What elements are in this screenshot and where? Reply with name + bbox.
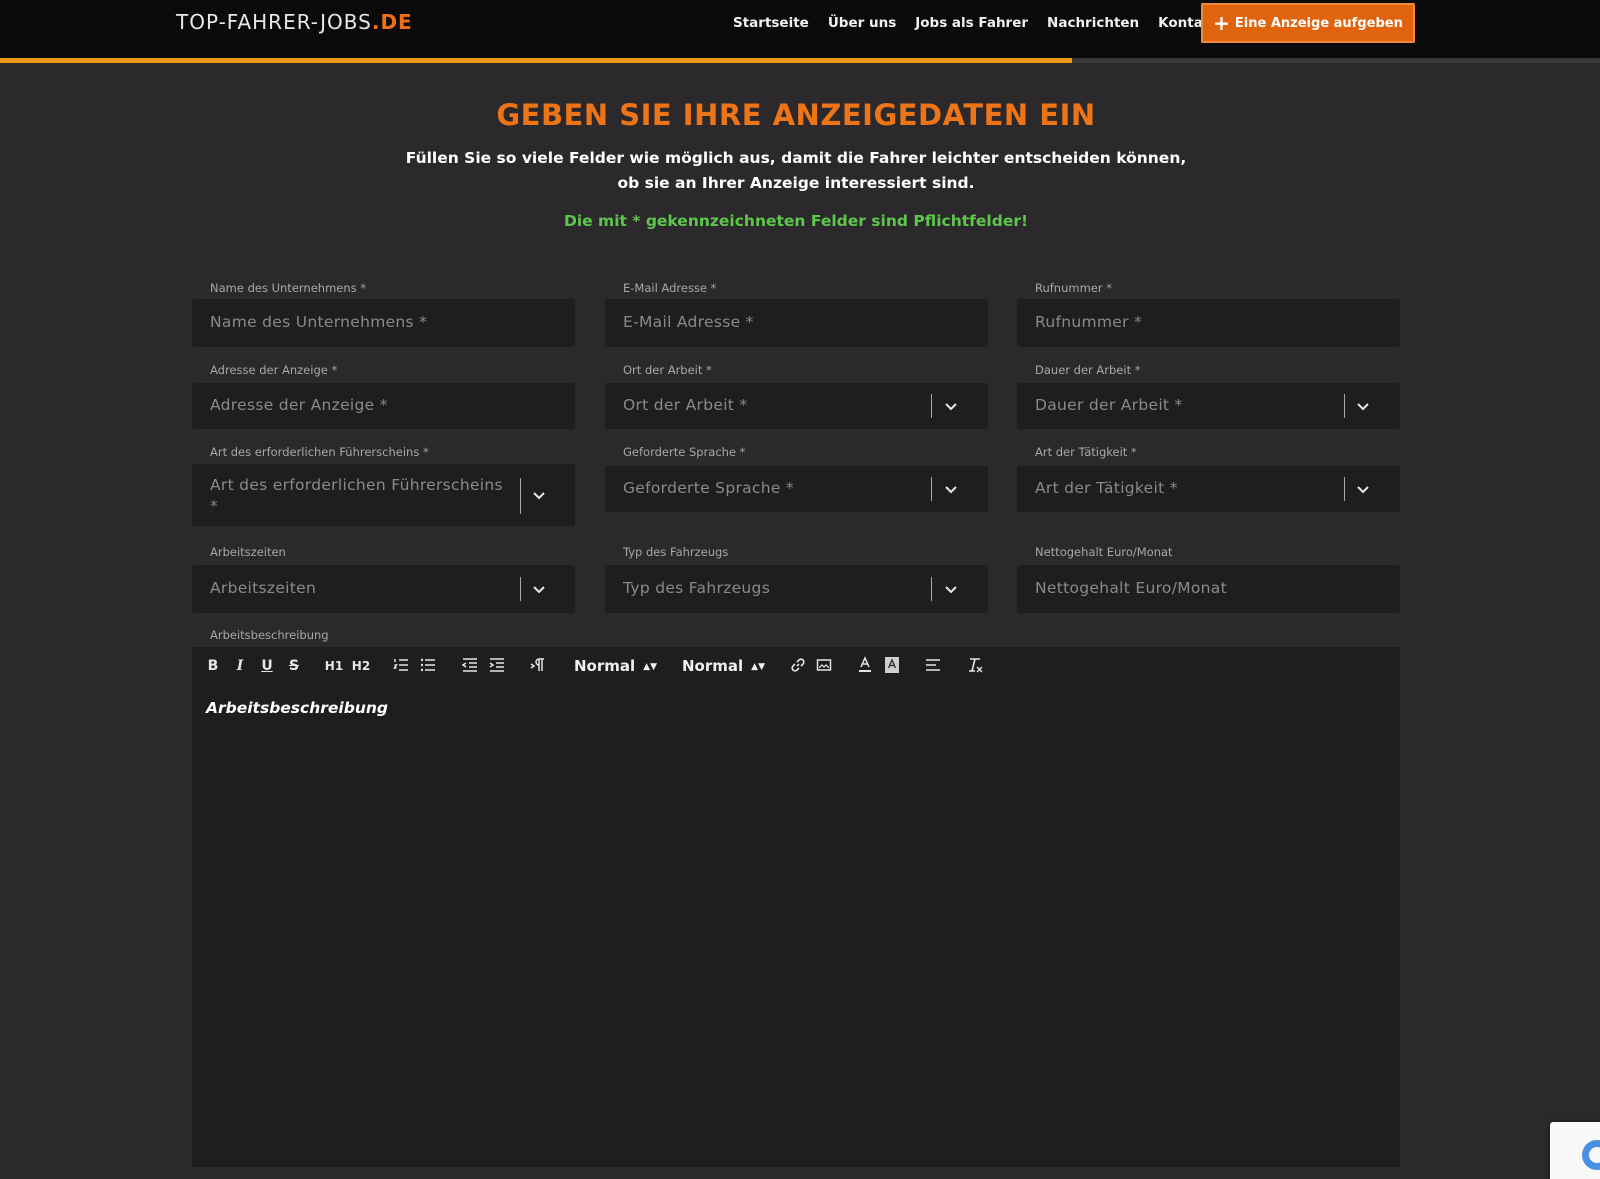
- editor-label: Arbeitsbeschreibung: [210, 628, 329, 642]
- select-placeholder: Ort der Arbeit *: [623, 396, 748, 414]
- work-location-select[interactable]: Ort der Arbeit *: [605, 383, 988, 429]
- link-icon[interactable]: [790, 657, 806, 673]
- input-placeholder: Nettogehalt Euro/Monat: [1035, 579, 1227, 597]
- input-placeholder: Rufnummer *: [1035, 313, 1143, 331]
- font-select-value: Normal: [574, 657, 636, 675]
- post-ad-label: Eine Anzeige aufgeben: [1234, 15, 1403, 31]
- chevron-down-icon: [945, 586, 957, 594]
- text-color-icon[interactable]: [857, 656, 873, 674]
- field-label: Arbeitszeiten: [210, 545, 286, 559]
- required-fields-note: Die mit * gekennzeichneten Felder sind P…: [563, 212, 1029, 230]
- select-separator: [931, 394, 932, 418]
- field-label: Art des erforderlichen Führerscheins *: [210, 445, 429, 459]
- duration-select[interactable]: Dauer der Arbeit *: [1017, 383, 1400, 429]
- progress-bar: [0, 58, 1600, 63]
- field-label: E-Mail Adresse *: [623, 281, 717, 295]
- logo-tld: .DE: [371, 10, 413, 34]
- underline-button[interactable]: U: [260, 657, 274, 675]
- post-ad-button[interactable]: + Eine Anzeige aufgeben: [1201, 3, 1415, 43]
- select-separator: [1344, 477, 1345, 501]
- language-select[interactable]: Geforderte Sprache *: [605, 466, 988, 512]
- h1-button[interactable]: H1: [323, 657, 345, 675]
- select-placeholder-line1: Art des erforderlichen Führerscheins: [210, 476, 503, 494]
- align-icon[interactable]: [925, 657, 941, 673]
- select-separator: [520, 478, 521, 514]
- page-title: GEBEN SIE IHRE ANZEIGEDATEN EIN: [496, 98, 1096, 132]
- recaptcha-badge[interactable]: [1550, 1122, 1600, 1179]
- chevron-down-icon: [1357, 403, 1369, 411]
- select-placeholder: Art der Tätigkeit *: [1035, 479, 1178, 497]
- select-separator: [1344, 394, 1345, 418]
- field-label: Name des Unternehmens *: [210, 281, 367, 295]
- text-direction-icon[interactable]: [530, 657, 546, 673]
- input-placeholder: Name des Unternehmens *: [210, 313, 428, 331]
- field-label: Nettogehalt Euro/Monat: [1035, 545, 1173, 559]
- email-input[interactable]: E-Mail Adresse *: [605, 299, 988, 347]
- input-placeholder: E-Mail Adresse *: [623, 313, 754, 331]
- company-input[interactable]: Name des Unternehmens *: [192, 299, 575, 347]
- select-separator: [931, 477, 932, 501]
- main-nav: Startseite Über uns Jobs als Fahrer Nach…: [733, 14, 1237, 32]
- outdent-icon[interactable]: [462, 657, 478, 673]
- hours-select[interactable]: Arbeitszeiten: [192, 565, 575, 613]
- select-separator: [931, 577, 932, 601]
- nav-link-startseite[interactable]: Startseite: [733, 14, 809, 32]
- updown-arrow-icon: ▲▼: [643, 662, 657, 672]
- vehicle-select[interactable]: Typ des Fahrzeugs: [605, 565, 988, 613]
- field-label: Geforderte Sprache *: [623, 445, 746, 459]
- editor-placeholder[interactable]: Arbeitsbeschreibung: [206, 699, 388, 717]
- select-placeholder: Arbeitszeiten: [210, 579, 317, 597]
- page-subtitle: Füllen Sie so viele Felder wie möglich a…: [405, 149, 1187, 192]
- bullet-list-icon[interactable]: [420, 657, 436, 673]
- field-label: Ort der Arbeit *: [623, 363, 712, 377]
- site-logo[interactable]: TOP-FAHRER-JOBS.DE: [176, 10, 413, 34]
- font-select[interactable]: Normal ▲▼: [574, 657, 657, 678]
- activity-select[interactable]: Art der Tätigkeit *: [1017, 466, 1400, 512]
- chevron-down-icon: [1357, 486, 1369, 494]
- job-description-editor: B I U S H1 H2 Normal ▲▼ Normal ▲▼ Arbeitsb…: [192, 647, 1400, 1167]
- indent-icon[interactable]: [489, 657, 505, 673]
- image-icon[interactable]: [816, 657, 832, 673]
- updown-arrow-icon: ▲▼: [751, 662, 765, 672]
- site-header: TOP-FAHRER-JOBS.DE Startseite Über uns J…: [0, 0, 1600, 58]
- select-placeholder: Geforderte Sprache *: [623, 479, 794, 497]
- field-label: Typ des Fahrzeugs: [623, 545, 729, 559]
- field-label: Adresse der Anzeige *: [210, 363, 338, 377]
- size-select[interactable]: Normal ▲▼: [682, 657, 765, 678]
- logo-main: TOP-FAHRER-JOBS: [176, 10, 372, 34]
- editor-toolbar: B I U S H1 H2 Normal ▲▼ Normal ▲▼: [192, 647, 1400, 685]
- phone-input[interactable]: Rufnummer *: [1017, 299, 1400, 347]
- chevron-down-icon: [533, 586, 545, 594]
- salary-input[interactable]: Nettogehalt Euro/Monat: [1017, 565, 1400, 613]
- ordered-list-icon[interactable]: [393, 657, 409, 673]
- chevron-down-icon: [945, 486, 957, 494]
- address-input[interactable]: Adresse der Anzeige *: [192, 383, 575, 429]
- chevron-down-icon: [533, 492, 545, 500]
- bold-button[interactable]: B: [206, 657, 220, 675]
- clear-format-icon[interactable]: [966, 656, 984, 674]
- background-color-icon[interactable]: [884, 656, 900, 674]
- progress-fill: [0, 58, 1072, 63]
- field-label: Dauer der Arbeit *: [1035, 363, 1141, 377]
- select-placeholder: Typ des Fahrzeugs: [623, 579, 771, 597]
- plus-icon: +: [1213, 11, 1230, 35]
- italic-button[interactable]: I: [233, 657, 247, 675]
- recaptcha-icon: [1582, 1140, 1600, 1170]
- input-placeholder: Adresse der Anzeige *: [210, 396, 388, 414]
- select-placeholder-line2: *: [210, 497, 219, 515]
- field-label: Rufnummer *: [1035, 281, 1113, 295]
- strike-button[interactable]: S: [287, 657, 301, 675]
- nav-link-nachrichten[interactable]: Nachrichten: [1047, 14, 1139, 32]
- h2-button[interactable]: H2: [350, 657, 372, 675]
- nav-link-jobs-als-fahrer[interactable]: Jobs als Fahrer: [915, 14, 1028, 32]
- license-select[interactable]: Art des erforderlichen Führerscheins *: [192, 464, 575, 526]
- select-separator: [520, 577, 521, 601]
- select-placeholder: Dauer der Arbeit *: [1035, 396, 1183, 414]
- field-label: Art der Tätigkeit *: [1035, 445, 1137, 459]
- size-select-value: Normal: [682, 657, 744, 675]
- nav-link-ueber-uns[interactable]: Über uns: [828, 14, 896, 32]
- chevron-down-icon: [945, 403, 957, 411]
